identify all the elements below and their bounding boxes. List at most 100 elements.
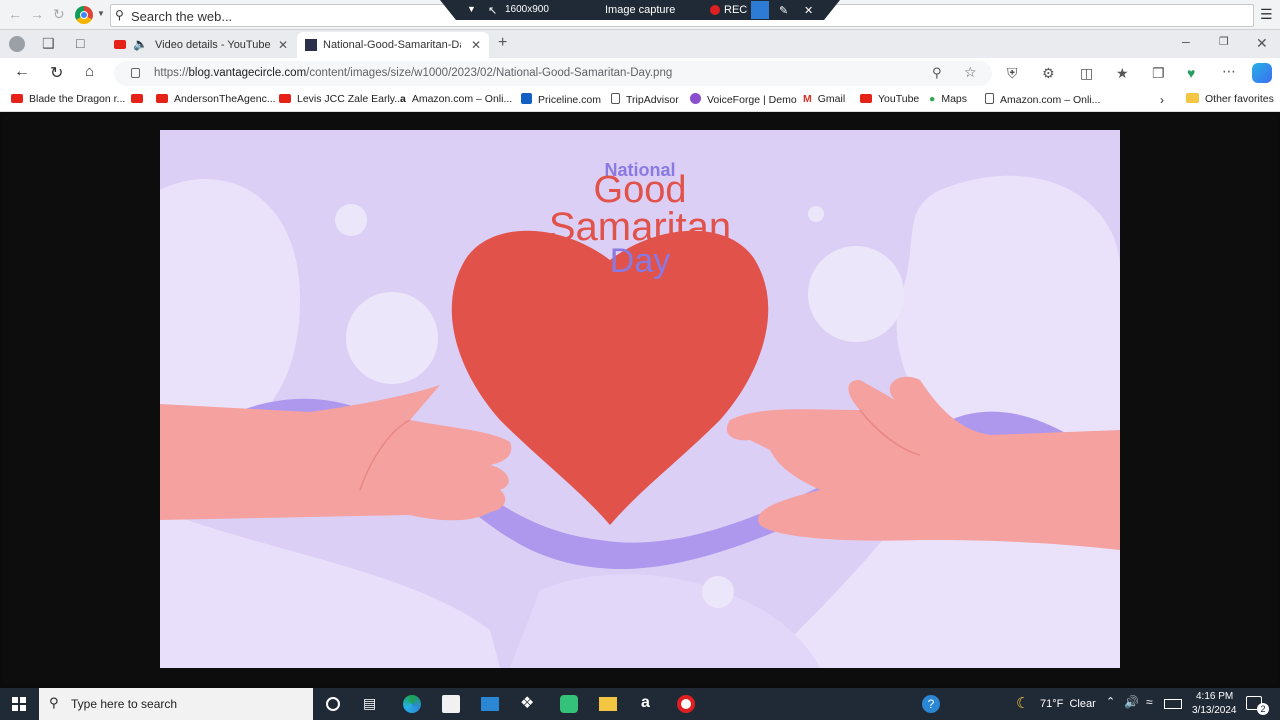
tab-label: National-Good-Samaritan-Day.p [323, 39, 461, 51]
close-capture-icon[interactable]: ✕ [804, 4, 813, 17]
bookmark-label: Priceline.com [538, 94, 602, 106]
capture-mode[interactable]: Image capture [605, 4, 675, 16]
close-window-icon[interactable]: ✕ [1256, 35, 1268, 52]
samaritan-day-image: National Good Samaritan Day [160, 130, 1120, 668]
chrome-logo-icon[interactable] [75, 6, 93, 24]
bookmark-item[interactable]: AndersonTheAgenc... [156, 93, 276, 105]
youtube-icon [156, 94, 168, 103]
amazon-icon[interactable]: a [641, 694, 650, 712]
close-tab-icon[interactable]: ✕ [278, 38, 288, 52]
tripadvisor-icon[interactable] [560, 695, 578, 713]
page-icon [985, 93, 994, 104]
bookmark-item[interactable]: YouTube [860, 93, 919, 105]
weather-moon-icon: ☾ [1016, 695, 1030, 712]
gmail-icon: M [803, 93, 812, 105]
restore-icon[interactable]: ❐ [1219, 35, 1229, 48]
bookmark-item[interactable]: ● Maps [929, 93, 967, 105]
dropbox-icon[interactable]: ❖ [520, 693, 534, 713]
wifi-icon[interactable]: ≈ [1146, 695, 1153, 709]
taskbar-search-placeholder: Type here to search [71, 697, 178, 711]
pencil-icon[interactable]: ✎ [779, 4, 788, 17]
store-icon[interactable] [442, 695, 460, 713]
page-icon [611, 93, 620, 104]
bookmark-item[interactable]: Amazon.com – Onli... [985, 93, 1100, 106]
recorder-icon[interactable] [677, 695, 695, 713]
reload-icon[interactable]: ↻ [53, 6, 65, 23]
notification-count-badge: 2 [1257, 703, 1269, 715]
cortana-icon[interactable] [326, 697, 340, 711]
url-host: blog.vantagecircle.com [188, 67, 307, 79]
rec-label[interactable]: REC [724, 4, 747, 16]
tab-actions-icon[interactable]: □ [76, 35, 84, 51]
tab-strip: ❑ □ 🔈 Video details - YouTube Stu ✕ Nati… [0, 30, 1280, 58]
url-field[interactable]: https://blog.vantagecircle.com/content/i… [114, 61, 992, 86]
address-toolbar: ← ↻ ⌂ https://blog.vantagecircle.com/con… [0, 58, 1280, 88]
minimize-icon[interactable]: – [1182, 33, 1190, 49]
zoom-icon[interactable]: ⚲ [932, 65, 942, 81]
cursor-icon[interactable]: ↖ [488, 4, 497, 17]
bookmark-item[interactable]: VoiceForge | Demo [690, 93, 797, 106]
capture-settings-icon[interactable] [751, 1, 769, 19]
bookmark-item[interactable]: Blade the Dragon r... [11, 93, 125, 105]
bookmark-label: Other favorites [1205, 93, 1274, 105]
favorites-icon[interactable]: ★ [1116, 65, 1129, 82]
other-favorites[interactable]: Other favorites [1186, 93, 1274, 105]
show-hidden-icons-icon[interactable]: ⌃ [1106, 695, 1115, 708]
forward-arrow-icon[interactable]: → [30, 6, 44, 22]
keyboard-icon[interactable] [1164, 699, 1182, 709]
collections-icon[interactable]: ❐ [1152, 65, 1165, 82]
clock-date[interactable]: 3/13/2024 [1192, 705, 1237, 716]
priceline-icon [521, 93, 532, 104]
split-screen-icon[interactable]: ◫ [1080, 65, 1093, 82]
workspaces-icon[interactable]: ❑ [42, 35, 55, 52]
profile-avatar-icon[interactable] [9, 36, 25, 52]
artwork-illustration: National Good Samaritan Day [160, 130, 1120, 668]
home-icon[interactable]: ⌂ [85, 63, 94, 80]
bookmark-item[interactable]: Priceline.com [521, 93, 601, 106]
lock-icon[interactable] [131, 68, 140, 78]
taskbar-search-box[interactable]: ⚲ Type here to search [39, 688, 313, 720]
youtube-icon [11, 94, 23, 103]
volume-icon[interactable]: 🔊 [1124, 695, 1139, 709]
tab-label: Video details - YouTube Stu [155, 39, 273, 51]
maps-pin-icon: ● [929, 93, 936, 105]
folder-icon [1186, 93, 1199, 103]
favorite-star-icon[interactable]: ☆ [964, 64, 977, 81]
bookmark-item[interactable]: TripAdvisor [611, 93, 679, 106]
mail-icon[interactable] [481, 697, 499, 711]
search-icon: ⚲ [49, 695, 59, 710]
file-explorer-icon[interactable] [599, 697, 617, 711]
more-options-icon[interactable]: ⋯ [1222, 63, 1236, 80]
extensions-icon[interactable]: ⚙ [1042, 65, 1055, 82]
tab-samaritan-image[interactable]: National-Good-Samaritan-Day.p ✕ [297, 32, 489, 58]
edge-icon[interactable] [403, 695, 421, 713]
shield-icon[interactable]: ⛨ [1007, 65, 1018, 82]
task-view-icon[interactable]: ▤ [363, 695, 376, 712]
url-path: /content/images/size/w1000/2023/02/Natio… [306, 67, 673, 79]
bookmark-item[interactable]: a Amazon.com – Onli... [400, 93, 512, 105]
menu-icon[interactable]: ☰ [1260, 6, 1273, 23]
copilot-icon[interactable] [1252, 63, 1272, 83]
new-tab-icon[interactable]: + [498, 34, 507, 52]
refresh-icon[interactable]: ↻ [50, 63, 63, 83]
bookmark-item[interactable]: M Gmail [803, 93, 845, 105]
performance-icon[interactable]: ♥ [1187, 65, 1195, 81]
capture-dropdown-icon[interactable]: ▼ [467, 4, 476, 14]
windows-start-icon[interactable] [12, 697, 26, 711]
dropdown-arrow-icon[interactable]: ▼ [97, 9, 105, 18]
bookmark-item[interactable] [131, 93, 149, 105]
help-icon[interactable]: ? [922, 695, 940, 713]
tab-youtube-studio[interactable]: 🔈 Video details - YouTube Stu ✕ [108, 32, 296, 58]
speaker-icon[interactable]: 🔈 [133, 37, 148, 51]
voiceforge-icon [690, 93, 701, 104]
clock-time[interactable]: 4:16 PM [1196, 691, 1233, 702]
weather-text[interactable]: 71°F Clear [1040, 698, 1096, 710]
close-tab-icon[interactable]: ✕ [471, 38, 481, 52]
capture-resolution: 1600x900 [505, 4, 549, 15]
bookmark-label: Gmail [817, 93, 846, 105]
back-arrow-icon[interactable]: ← [8, 6, 22, 22]
outer-search-label: Search the web... [131, 9, 233, 24]
more-bookmarks-chevron-icon[interactable]: › [1160, 93, 1164, 107]
back-icon[interactable]: ← [14, 63, 30, 81]
bookmark-item[interactable]: Levis JCC Zale Early... [279, 93, 403, 105]
